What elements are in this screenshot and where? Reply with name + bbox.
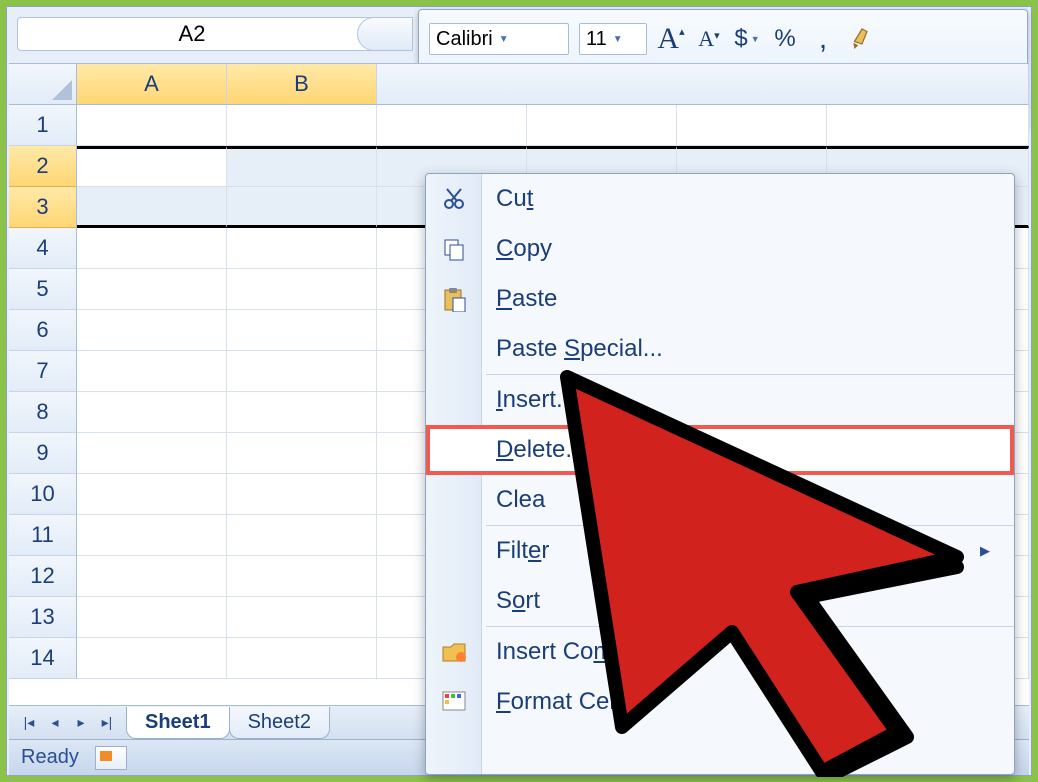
cell[interactable] [227,310,377,351]
cell[interactable] [77,310,227,351]
cell[interactable] [77,146,227,187]
sheet-tab-sheet2[interactable]: Sheet2 [229,707,330,739]
menu-item-cut[interactable]: Cut [426,174,1014,224]
comma-style-button[interactable]: , [809,17,837,61]
cell[interactable] [227,515,377,556]
cell[interactable] [77,105,227,146]
menu-item-comment[interactable]: Insert Comment [426,627,1014,677]
cell[interactable] [77,556,227,597]
currency-button[interactable]: $▼ [733,17,761,61]
formula-bar-edge [357,17,413,51]
context-menu: CutCopyPastePaste Special...Insert...Del… [425,173,1015,775]
menu-item-paste[interactable]: Paste [426,274,1014,324]
cell[interactable] [77,515,227,556]
column-header-a[interactable]: A [77,64,227,105]
cell[interactable] [827,105,1029,146]
cell[interactable] [377,105,527,146]
excel-window: A2 ▼ Calibri ▼ 11 ▼ A▴ A▾ $▼ % , B [6,6,1032,776]
column-header-rest[interactable] [377,64,1029,105]
cell[interactable] [77,187,227,228]
row-header-2[interactable]: 2 [9,146,77,187]
cell[interactable] [227,433,377,474]
font-size-combo[interactable]: 11 ▼ [579,23,647,55]
menu-item-insert[interactable]: Insert... [426,375,1014,425]
row-header-1[interactable]: 1 [9,105,77,146]
cell[interactable] [227,474,377,515]
chevron-down-icon: ▼ [613,34,623,45]
menu-item-copy[interactable]: Copy [426,224,1014,274]
format-painter-button[interactable] [847,17,877,61]
menu-item-format[interactable]: Format Cells... [426,677,1014,727]
copy-icon [438,233,470,265]
select-all-corner[interactable] [9,64,77,105]
cell[interactable] [77,228,227,269]
shrink-font-button[interactable]: A▾ [695,17,723,61]
cell[interactable] [227,105,377,146]
cell[interactable] [527,105,677,146]
sheet-tab-sheet1[interactable]: Sheet1 [126,707,230,739]
cell[interactable] [77,433,227,474]
row-header-6[interactable]: 6 [9,310,77,351]
cell[interactable] [227,638,377,679]
cell[interactable] [227,228,377,269]
column-header-b[interactable]: B [227,64,377,105]
row-header-10[interactable]: 10 [9,474,77,515]
percent-button[interactable]: % [771,17,799,61]
cell[interactable] [77,474,227,515]
cell[interactable] [227,269,377,310]
name-box[interactable]: A2 [18,21,366,47]
tab-nav-last[interactable]: ▸| [95,711,119,735]
row-header-14[interactable]: 14 [9,638,77,679]
cell[interactable] [227,392,377,433]
view-normal-button[interactable] [95,746,127,770]
cell[interactable] [77,638,227,679]
scissors-icon [438,183,470,215]
palette-icon [438,686,470,718]
row-header-11[interactable]: 11 [9,515,77,556]
tab-nav-next[interactable]: ▸ [69,711,93,735]
status-text: Ready [21,746,79,769]
menu-item-sort[interactable]: Sort [426,576,1014,626]
menu-item-clear[interactable]: Clea [426,475,1014,525]
font-size-value: 11 [586,28,607,51]
font-name-combo[interactable]: Calibri ▼ [429,23,569,55]
row-header-7[interactable]: 7 [9,351,77,392]
paste-icon [438,283,470,315]
cell[interactable] [77,269,227,310]
cell[interactable] [227,351,377,392]
cell[interactable] [677,105,827,146]
cell[interactable] [77,597,227,638]
name-box-container: A2 ▼ [17,17,397,51]
chevron-down-icon: ▼ [499,34,509,45]
menu-item-delete[interactable]: Delete... [426,425,1014,475]
cell[interactable] [227,556,377,597]
chevron-down-icon: ▼ [751,34,760,44]
tab-nav-first[interactable]: |◂ [17,711,41,735]
menu-item-paste_special[interactable]: Paste Special... [426,324,1014,374]
submenu-arrow-icon: ▶ [980,543,990,559]
row-header-8[interactable]: 8 [9,392,77,433]
tab-nav-prev[interactable]: ◂ [43,711,67,735]
row-header-9[interactable]: 9 [9,433,77,474]
menu-item-filter[interactable]: Filter▶ [426,526,1014,576]
grow-font-button[interactable]: A▴ [657,17,685,61]
folder-icon [438,636,470,668]
row-header-3[interactable]: 3 [9,187,77,228]
cell[interactable] [227,597,377,638]
cell[interactable] [77,392,227,433]
row-header-12[interactable]: 12 [9,556,77,597]
cell[interactable] [77,351,227,392]
row-header-5[interactable]: 5 [9,269,77,310]
cell[interactable] [227,187,377,228]
cell[interactable] [227,146,377,187]
row-header-13[interactable]: 13 [9,597,77,638]
row-header-4[interactable]: 4 [9,228,77,269]
font-name-value: Calibri [436,28,493,51]
